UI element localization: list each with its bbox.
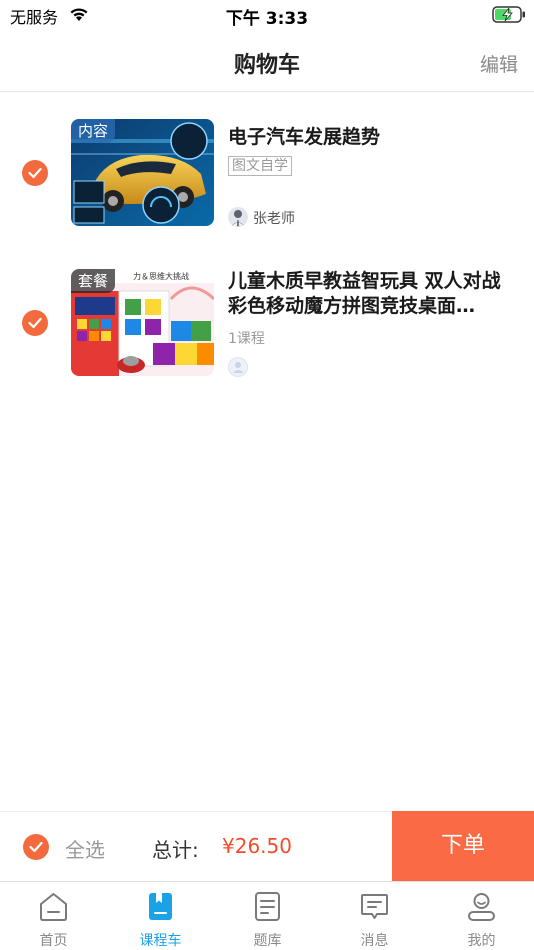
course-thumbnail[interactable]: 内容	[71, 119, 214, 226]
tab-label: 消息	[360, 933, 389, 949]
place-order-button[interactable]: 下单	[392, 811, 534, 881]
tab-bar: 首页 课程车 题库 消息 我的	[0, 881, 534, 950]
total-label: 总计:	[152, 838, 199, 862]
cart-item[interactable]: 力＆思维大挑战 套餐 儿童木质早教益智玩具 双人对战彩色移动魔方拼图竞技桌面…	[0, 269, 534, 379]
course-type-badge: 图文自学	[228, 156, 292, 176]
select-all-label[interactable]: 全选	[65, 834, 105, 863]
checkbox-checked-icon[interactable]	[22, 310, 48, 336]
tab-label: 首页	[39, 933, 68, 949]
teacher-avatar	[228, 357, 248, 377]
status-time: 下午 3:33	[225, 9, 309, 29]
checkout-bar: 全选 总计: ¥26.50 下单	[0, 811, 534, 881]
course-cart-icon	[149, 893, 172, 920]
tab-messages[interactable]: 消息	[321, 882, 428, 950]
tab-label: 我的	[467, 933, 496, 949]
edit-button[interactable]: 编辑	[480, 50, 518, 77]
course-count: 1课程	[228, 331, 265, 347]
status-bar: 无服务 下午 3:33	[0, 0, 534, 30]
total-price: ¥26.50	[222, 834, 292, 858]
cart-item[interactable]: 内容 电子汽车发展趋势 图文自学 张老师	[0, 119, 534, 229]
tab-label: 题库	[253, 933, 282, 949]
tab-question-bank[interactable]: 题库	[214, 882, 321, 950]
course-thumbnail[interactable]: 力＆思维大挑战 套餐	[71, 269, 214, 376]
content-type-tag: 内容	[71, 119, 116, 143]
nav-bar: 购物车 编辑	[0, 30, 534, 92]
checkbox-checked-icon[interactable]	[22, 160, 48, 186]
message-icon	[361, 894, 388, 919]
profile-icon	[468, 893, 495, 921]
course-title[interactable]: 儿童木质早教益智玩具 双人对战彩色移动魔方拼图竞技桌面…	[228, 269, 518, 319]
course-title[interactable]: 电子汽车发展趋势	[228, 125, 518, 150]
teacher-avatar	[228, 207, 248, 227]
select-all-checkbox-icon[interactable]	[23, 834, 49, 860]
page-title: 购物车	[233, 53, 300, 78]
home-icon	[40, 893, 67, 921]
battery-charging-icon	[492, 6, 525, 23]
teacher-name: 张老师	[253, 211, 295, 227]
question-bank-icon	[255, 892, 280, 921]
tab-course-cart[interactable]: 课程车	[107, 882, 214, 950]
tab-label: 课程车	[139, 933, 182, 949]
tab-home[interactable]: 首页	[0, 882, 107, 950]
content-type-tag: 套餐	[71, 269, 116, 293]
tab-profile[interactable]: 我的	[428, 882, 534, 950]
svg-text:力＆思维大挑战: 力＆思维大挑战	[133, 271, 189, 281]
